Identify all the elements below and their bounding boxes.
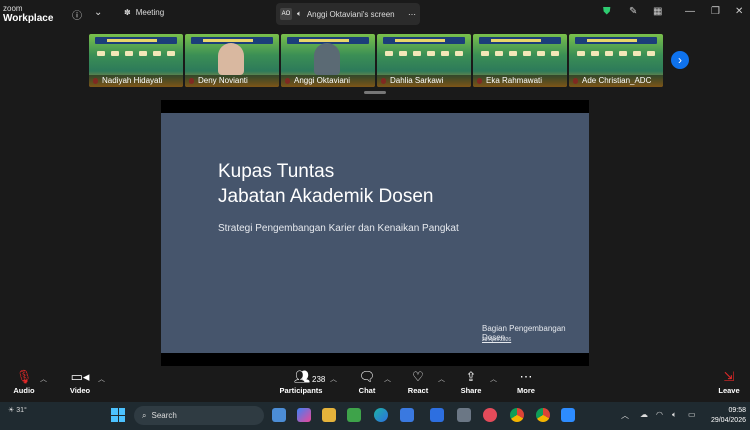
camera-icon[interactable] <box>457 408 471 422</box>
shield-icon[interactable]: ⛊ <box>603 6 611 17</box>
app-icon[interactable] <box>483 408 497 422</box>
slide-title-line2: Jabatan Akademik Dosen <box>218 186 434 207</box>
taskbar-search[interactable]: ⌕ Search <box>134 406 264 425</box>
participant-name: Anggi Oktaviani <box>281 75 375 87</box>
participant-name: Dahlia Sarkawi <box>377 75 471 87</box>
restore-icon[interactable]: ❐ <box>711 6 720 17</box>
copilot-icon[interactable] <box>297 408 311 422</box>
cloud-icon[interactable]: ☁︎ <box>640 410 648 419</box>
mic-muted-icon: 🎙︎ <box>15 369 33 384</box>
edge-icon[interactable] <box>374 408 388 422</box>
screen-share-banner[interactable]: AO 🔈︎ Anggi Oktaviani's screen ⋯ <box>276 3 420 25</box>
participant-tile[interactable]: Eka Rahmawati <box>473 34 567 87</box>
react-options-chevron[interactable]: ︿ <box>438 374 445 384</box>
meeting-menu[interactable]: ✽ Meeting <box>124 8 164 17</box>
participant-tile[interactable]: Deny Novianti <box>185 34 279 87</box>
participant-tile[interactable]: Dahlia Sarkawi <box>377 34 471 87</box>
slide-title-line1: Kupas Tuntas <box>218 161 335 182</box>
share-options-chevron[interactable]: ︿ <box>490 374 497 384</box>
chrome-icon[interactable] <box>510 408 524 422</box>
chat-options-chevron[interactable]: ︿ <box>384 374 391 384</box>
store-icon[interactable] <box>400 408 414 422</box>
participant-video <box>314 43 340 75</box>
participant-video <box>218 43 244 75</box>
info-icon[interactable]: ⓘ <box>72 7 82 22</box>
close-icon[interactable]: ✕ <box>735 6 743 17</box>
minimize-icon[interactable]: — <box>685 6 695 17</box>
speaker-icon: 🔈︎ <box>297 9 302 18</box>
windows-taskbar: ☀︎ 31° ⌕ Search ︿ ☁︎ ◠ 🔈︎ ▭ 09:58 29/04/… <box>0 402 750 430</box>
video-options-chevron[interactable]: ︿ <box>98 374 105 384</box>
chrome-profile-icon[interactable] <box>536 408 550 422</box>
participant-tile[interactable]: Nadiyah Hidayati <box>89 34 183 87</box>
paw-icon: ✽ <box>124 8 131 17</box>
leave-button[interactable]: ⇲ Leave <box>714 367 744 395</box>
title-bar: zoom Workplace ⓘ ⌄ ✽ Meeting AO 🔈︎ Anggi… <box>0 0 750 28</box>
share-screen-icon: ⇪ <box>465 369 477 384</box>
share-button[interactable]: ⇪ Share <box>457 367 485 395</box>
react-button[interactable]: ♡ React <box>404 367 432 395</box>
more-button[interactable]: ⋯ More <box>512 367 540 395</box>
participants-count: 238 <box>312 375 326 384</box>
slide-subtitle: Strategi Pengembangan Karier dan Kenaika… <box>218 223 459 234</box>
zoom-logo: zoom Workplace <box>3 4 54 24</box>
participant-name: Eka Rahmawati <box>473 75 567 87</box>
battery-icon[interactable]: ▭ <box>688 410 696 419</box>
participant-name: Nadiyah Hidayati <box>89 75 183 87</box>
pen-icon[interactable]: ✎ <box>629 6 637 17</box>
leave-icon: ⇲ <box>723 369 735 384</box>
weather-icon: ☀︎ <box>8 407 15 414</box>
presentation-slide: Kupas Tuntas Jabatan Akademik Dosen Stra… <box>161 113 589 353</box>
video-camera-icon: ▭◂ <box>70 369 90 384</box>
participant-name: Deny Novianti <box>185 75 279 87</box>
chevron-up-icon[interactable]: ︿ <box>621 410 629 421</box>
wifi-icon[interactable]: ◠ <box>656 410 663 419</box>
task-view-icon[interactable] <box>272 408 286 422</box>
zoom-icon[interactable] <box>561 408 575 422</box>
app-icon[interactable] <box>347 408 361 422</box>
more-options-icon[interactable]: ⋯ <box>408 10 416 19</box>
more-icon: ⋯ <box>519 369 533 384</box>
mail-icon[interactable] <box>430 408 444 422</box>
audio-options-chevron[interactable]: ︿ <box>40 374 47 384</box>
chat-icon: 🗨︎ <box>358 369 376 384</box>
chevron-right-icon: › <box>678 53 682 67</box>
sharer-avatar: AO <box>280 8 292 20</box>
chevron-down-icon[interactable]: ⌄ <box>94 7 102 18</box>
next-page-button[interactable]: › <box>671 51 689 69</box>
system-clock[interactable]: 09:58 29/04/2026 <box>711 406 746 426</box>
meeting-toolbar: 🎙︎ Audio ︿ ▭◂ Video ︿ 👥︎ Participants 23… <box>0 367 750 402</box>
participant-tile[interactable]: Anggi Oktaviani <box>281 34 375 87</box>
resize-handle[interactable] <box>364 91 386 94</box>
start-button[interactable] <box>111 408 125 422</box>
share-banner-label: Anggi Oktaviani's screen <box>306 9 395 19</box>
participants-options-chevron[interactable]: ︿ <box>330 374 337 384</box>
participant-tile[interactable]: Ade Christian_ADC <box>569 34 663 87</box>
heart-icon: ♡ <box>412 369 424 384</box>
file-explorer-icon[interactable] <box>322 408 336 422</box>
video-button[interactable]: ▭◂ Video <box>66 367 94 395</box>
weather-widget[interactable]: ☀︎ 31° <box>8 406 27 414</box>
slide-date: 29 April 2026 <box>482 337 512 343</box>
audio-button[interactable]: 🎙︎ Audio <box>10 367 38 395</box>
layout-icon[interactable]: ▦ <box>653 6 662 17</box>
chat-button[interactable]: 🗨︎ Chat <box>354 367 380 395</box>
participant-name: Ade Christian_ADC <box>569 75 663 87</box>
volume-icon[interactable]: 🔈︎ <box>672 410 677 420</box>
participant-strip: Nadiyah Hidayati Deny Novianti Anggi Okt… <box>89 34 689 87</box>
search-icon: ⌕ <box>142 410 147 420</box>
